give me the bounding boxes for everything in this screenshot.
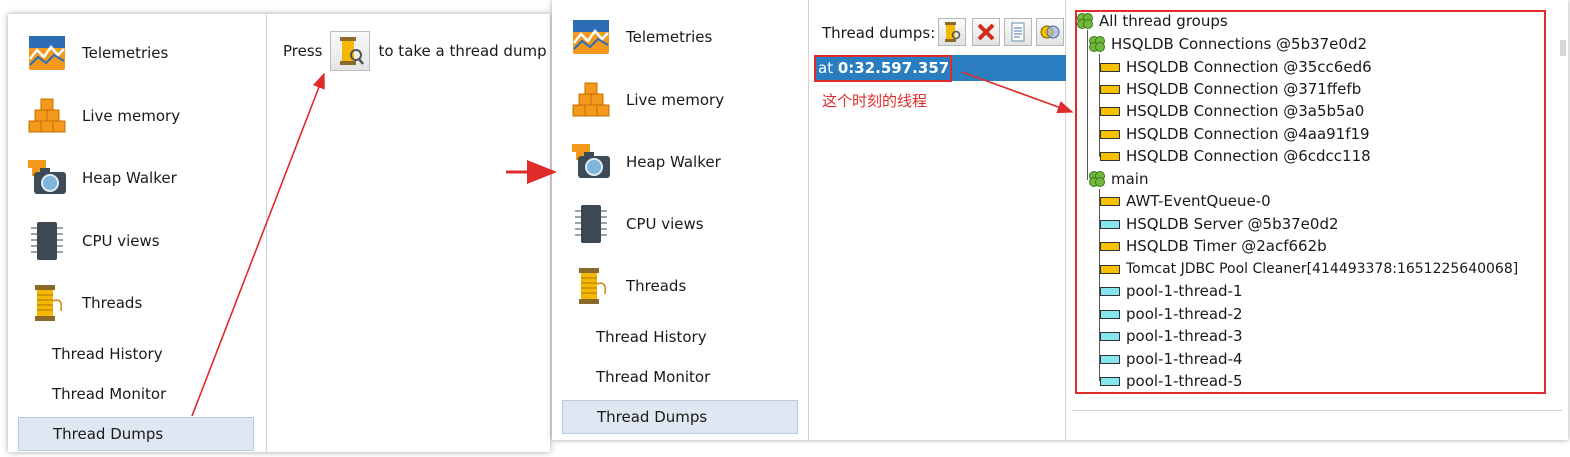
annotation-arrow	[191, 72, 325, 417]
annotation-arrows	[191, 71, 1074, 417]
annotation-arrow	[961, 71, 1074, 114]
